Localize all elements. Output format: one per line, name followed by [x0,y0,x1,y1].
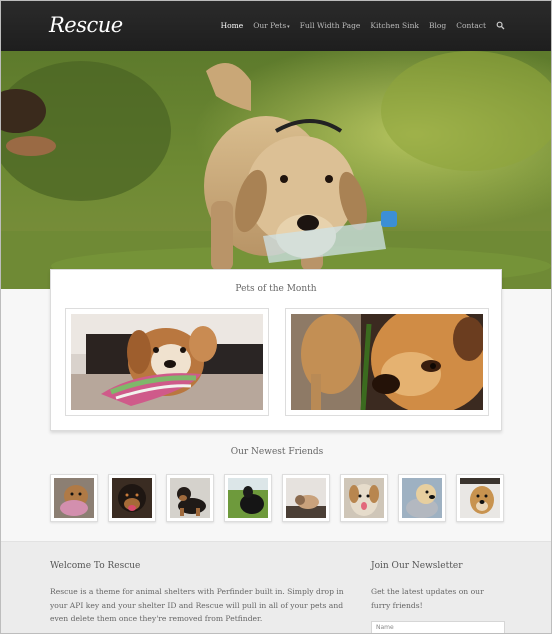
pet-thumbnail[interactable] [282,474,330,522]
pet-thumbnail[interactable] [340,474,388,522]
nav-item-home[interactable]: Home [221,21,244,30]
newsletter-text-line: Get the latest updates on our [371,587,484,596]
newsletter-text-line: furry friends! [371,600,423,610]
hero-image [1,51,551,289]
newsletter-text: Get the latest updates on our furry frie… [371,585,511,612]
main-nav: Home Our Pets▾ Full Width Page Kitchen S… [221,21,505,30]
nav-item-our-pets[interactable]: Our Pets▾ [253,21,289,30]
site-logo[interactable]: Rescue [49,13,123,37]
site-header: Rescue Home Our Pets▾ Full Width Page Ki… [1,1,551,51]
nav-item-blog[interactable]: Blog [429,21,446,30]
featured-pet-photo[interactable] [65,308,269,416]
section-title: Our Newest Friends [230,447,324,457]
welcome-text-line: Rescue is a theme for animal shelters wi… [50,587,344,596]
section-title: Pets of the Month [235,284,317,294]
welcome-text-line: even delete them once they're removed fr… [50,614,263,623]
pet-thumbnail[interactable] [224,474,272,522]
caret-down-icon: ▾ [287,24,290,30]
search-icon[interactable] [496,21,505,30]
nav-item-full-width-page[interactable]: Full Width Page [300,21,361,30]
nav-item-contact[interactable]: Contact [456,21,486,30]
featured-pet-photo[interactable] [285,308,489,416]
pet-thumbnail[interactable] [108,474,156,522]
welcome-heading: Welcome To Rescue [50,561,141,571]
pet-thumbnail[interactable] [166,474,214,522]
pet-thumbnail[interactable] [398,474,446,522]
pet-thumbnail[interactable] [50,474,98,522]
welcome-text-line: your API key and your shelter ID and Res… [50,600,344,610]
nav-item-label: Our Pets [253,21,287,30]
page: Rescue Home Our Pets▾ Full Width Page Ki… [0,0,552,634]
nav-item-kitchen-sink[interactable]: Kitchen Sink [370,21,419,30]
newsletter-heading: Join Our Newsletter [371,561,463,571]
pets-of-the-month-panel: Pets of the Month [50,269,502,431]
welcome-text: Rescue is a theme for animal shelters wi… [50,585,350,626]
newsletter-name-input[interactable]: Name [371,621,505,633]
pet-thumbnail[interactable] [456,474,504,522]
newest-pets-list [50,474,504,522]
